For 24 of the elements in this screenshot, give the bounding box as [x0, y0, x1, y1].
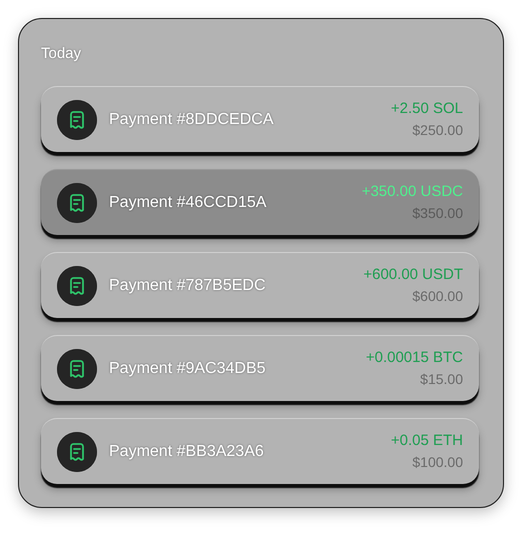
receipt-icon — [57, 182, 97, 222]
section-title: Today — [41, 45, 82, 63]
payment-row[interactable]: Payment #8DDCEDCA +2.50 SOL $250.00 — [41, 86, 479, 152]
crypto-amount: +0.05 ETH — [390, 431, 463, 450]
crypto-amount: +0.00015 BTC — [366, 348, 463, 367]
receipt-icon — [57, 348, 97, 388]
payment-row[interactable]: Payment #9AC34DB5 +0.00015 BTC $15.00 — [41, 335, 479, 401]
fiat-amount: $15.00 — [420, 370, 463, 389]
receipt-icon — [57, 100, 97, 140]
receipt-icon — [57, 266, 97, 306]
crypto-amount: +600.00 USDT — [363, 265, 463, 284]
payment-title: Payment #8DDCEDCA — [109, 110, 274, 130]
payment-title: Payment #46CCD15A — [109, 192, 266, 212]
payment-row[interactable]: Payment #BB3A23A6 +0.05 ETH $100.00 — [41, 418, 479, 484]
payment-title: Payment #BB3A23A6 — [109, 442, 264, 462]
fiat-amount: $100.00 — [412, 453, 463, 472]
payment-title: Payment #9AC34DB5 — [109, 358, 266, 378]
crypto-amount: +2.50 SOL — [390, 99, 463, 118]
fiat-amount: $600.00 — [412, 287, 463, 306]
payment-row[interactable]: Payment #787B5EDC +600.00 USDT $600.00 — [41, 252, 479, 318]
fiat-amount: $250.00 — [412, 121, 463, 140]
payment-title: Payment #787B5EDC — [109, 276, 266, 296]
receipt-icon — [57, 432, 97, 472]
crypto-amount: +350.00 USDC — [362, 182, 463, 201]
